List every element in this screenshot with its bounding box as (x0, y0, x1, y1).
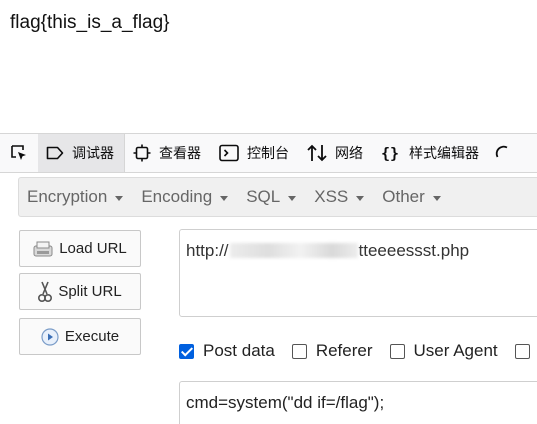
element-picker-button[interactable] (0, 134, 38, 172)
inspector-icon (133, 144, 151, 162)
load-url-icon (33, 241, 53, 256)
split-url-label: Split URL (58, 283, 122, 300)
referer-option[interactable]: Referer (291, 341, 373, 361)
overflow-tab[interactable] (489, 134, 509, 172)
tab-console[interactable]: 控制台 (211, 134, 299, 172)
redacted-host (229, 243, 358, 258)
split-url-button[interactable]: Split URL (19, 273, 141, 310)
referer-checkbox[interactable] (291, 343, 307, 359)
post-data-option[interactable]: Post data (179, 341, 275, 361)
chevron-down-icon (432, 195, 441, 201)
execute-label: Execute (64, 328, 120, 345)
menu-sql[interactable]: SQL (238, 187, 304, 207)
menu-xss-label: XSS (314, 187, 349, 206)
tab-console-label: 控制台 (247, 145, 289, 161)
menu-encryption-label: Encryption (27, 187, 108, 206)
post-data-textarea[interactable]: cmd=system("dd if=/flag"); (179, 381, 537, 424)
menu-encoding[interactable]: Encoding (133, 187, 236, 207)
tab-network[interactable]: 网络 (299, 134, 373, 172)
tab-style-editor-label: 样式编辑器 (409, 145, 479, 161)
menu-encryption[interactable]: Encryption (19, 187, 131, 207)
tab-network-label: 网络 (335, 145, 363, 161)
url-prefix: http:// (186, 241, 229, 260)
chevron-down-icon (115, 195, 124, 201)
tab-inspector-label: 查看器 (159, 145, 201, 161)
page-content-text: flag{this_is_a_flag} (10, 12, 170, 33)
chevron-down-icon (220, 195, 229, 201)
network-icon (307, 144, 327, 162)
scissors-icon (38, 281, 53, 302)
load-url-label: Load URL (59, 240, 127, 257)
user-agent-label: User Agent (413, 341, 498, 360)
element-picker-icon (11, 145, 26, 160)
post-data-checkbox[interactable] (179, 343, 194, 359)
tab-inspector[interactable]: 查看器 (125, 134, 211, 172)
post-data-value: cmd=system("dd if=/flag"); (186, 393, 385, 412)
url-textarea[interactable]: http:// tteeeessst.php (179, 229, 537, 317)
devtools-toolbar: 调试器 查看器 控制台 网络 {} 样式编辑器 (0, 133, 537, 173)
performance-icon (495, 145, 508, 158)
menu-xss[interactable]: XSS (306, 187, 372, 207)
browser-viewport: flag{this_is_a_flag} 调试器 查看器 控制台 网络 {} 样… (0, 0, 537, 424)
chevron-down-icon (288, 195, 297, 201)
play-icon (41, 327, 59, 346)
menu-other[interactable]: Other (374, 187, 449, 207)
menu-encoding-label: Encoding (141, 187, 213, 206)
load-url-button[interactable]: Load URL (19, 230, 141, 267)
url-suffix: tteeeessst.php (358, 241, 470, 260)
console-icon (219, 144, 239, 162)
request-options: Post data Referer User Agent (179, 340, 537, 362)
debugger-icon (46, 146, 64, 160)
chevron-down-icon (356, 195, 365, 201)
post-data-label: Post data (203, 341, 275, 360)
user-agent-option[interactable]: User Agent (389, 341, 498, 361)
execute-button[interactable]: Execute (19, 318, 141, 355)
menu-other-label: Other (382, 187, 425, 206)
cookies-checkbox[interactable] (514, 343, 530, 359)
style-editor-icon: {} (381, 145, 399, 163)
svg-text:{}: {} (381, 145, 399, 163)
menu-sql-label: SQL (246, 187, 281, 206)
tab-debugger[interactable]: 调试器 (38, 134, 125, 172)
user-agent-checkbox[interactable] (389, 343, 405, 359)
tab-debugger-label: 调试器 (72, 145, 114, 161)
tab-style-editor[interactable]: {} 样式编辑器 (373, 134, 489, 172)
referer-label: Referer (315, 341, 373, 360)
hackbar-menu: Encryption Encoding SQL XSS Other (18, 177, 537, 217)
